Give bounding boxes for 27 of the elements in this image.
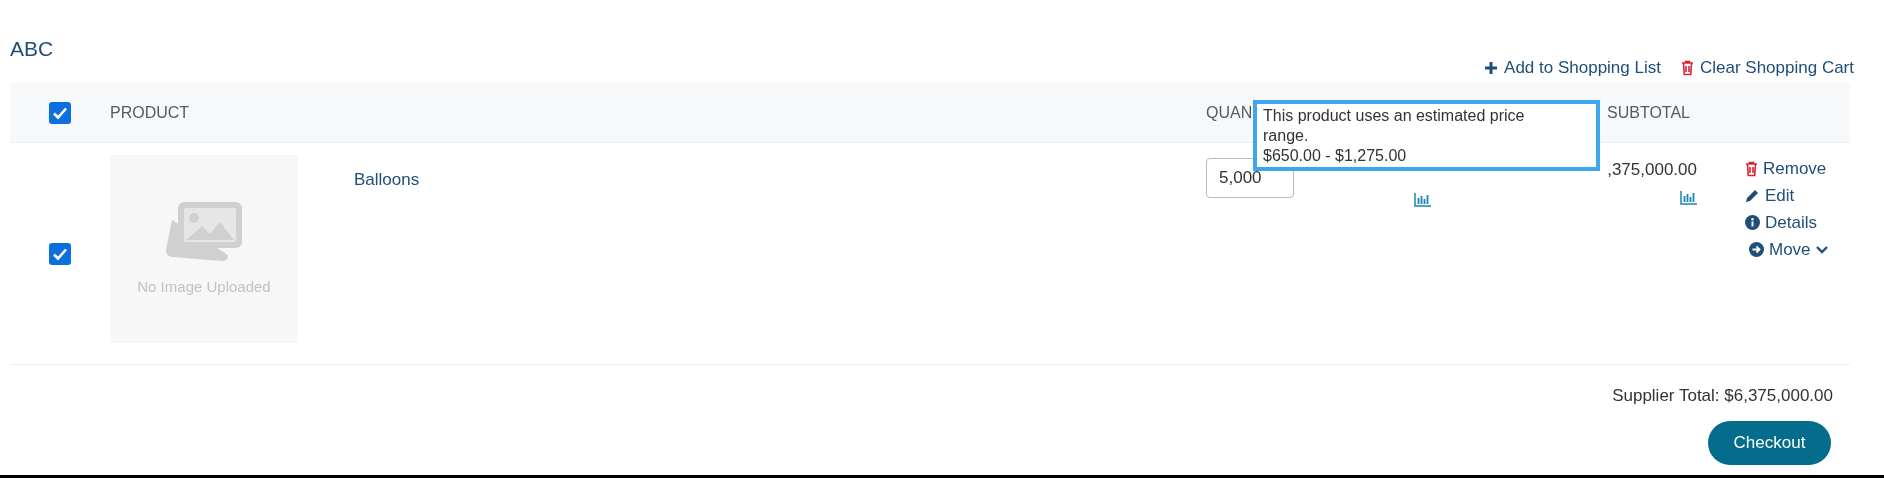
- bar-chart-icon[interactable]: [1414, 193, 1431, 207]
- image-icon: [164, 199, 244, 262]
- pencil-icon: [1745, 188, 1760, 203]
- chevron-down-icon: [1815, 245, 1828, 254]
- clear-cart-link[interactable]: Clear Shopping Cart: [1680, 55, 1854, 81]
- checkbox[interactable]: [49, 101, 71, 124]
- trash-icon: [1680, 60, 1694, 76]
- tooltip-text: This product uses an estimated price range.: [1263, 106, 1526, 146]
- column-header: PRODUCT: [110, 103, 190, 121]
- checkout-button[interactable]: Checkout: [1708, 420, 1831, 465]
- subtotal-value: ,375,000.00: [1607, 159, 1697, 181]
- add-to-list-link[interactable]: Add to Shopping List: [1484, 55, 1661, 81]
- product-link[interactable]: Balloons: [354, 170, 420, 189]
- details-link[interactable]: Details: [1745, 211, 1850, 234]
- supplier-total: Supplier Total: $6,375,000.00: [1612, 385, 1833, 407]
- move-link[interactable]: Move: [1745, 238, 1850, 261]
- column-header: SUBTOTAL: [1607, 103, 1690, 121]
- bar-chart-icon[interactable]: [1680, 190, 1697, 205]
- plus-icon: [1484, 61, 1499, 75]
- arrow-circle-icon: [1749, 242, 1764, 257]
- cart-title: ABC: [10, 38, 55, 59]
- column-header: QUAN: [1206, 103, 1253, 121]
- edit-link[interactable]: Edit: [1745, 184, 1850, 207]
- trash-icon: [1745, 160, 1758, 177]
- checkbox[interactable]: [49, 242, 71, 265]
- info-icon: [1745, 215, 1760, 230]
- remove-link[interactable]: Remove: [1745, 157, 1850, 180]
